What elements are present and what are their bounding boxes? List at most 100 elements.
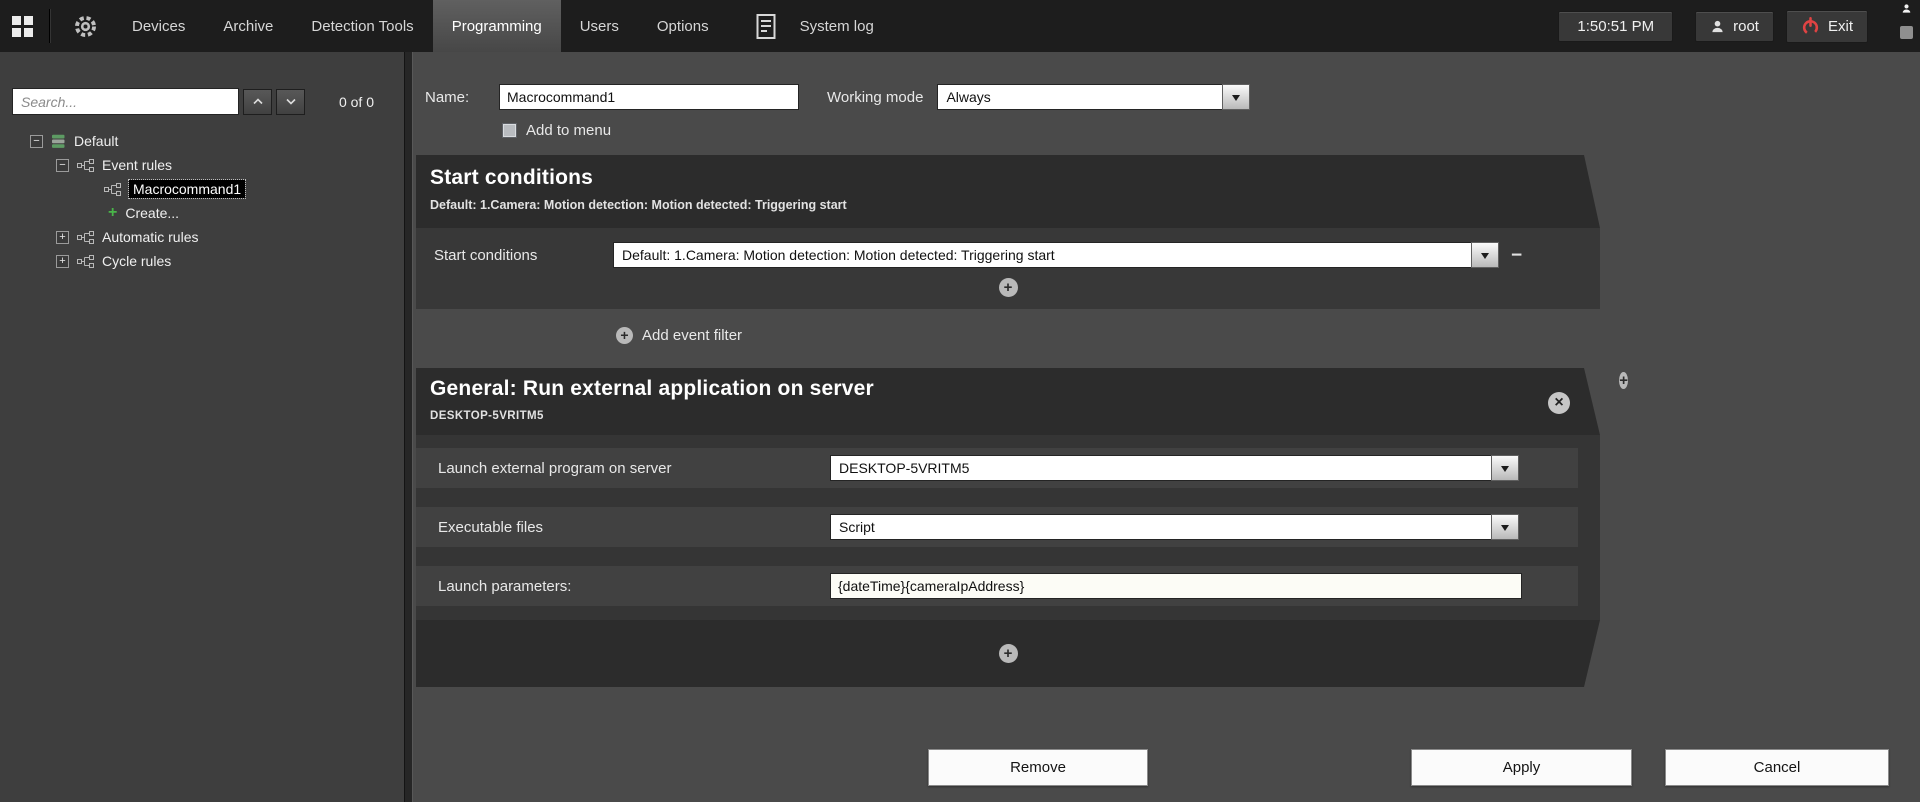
executable-dropdown[interactable]: Script [830, 514, 1519, 540]
sidebar: 0 of 0 Default [0, 52, 404, 802]
start-conditions-body: Start conditions Default: 1.Camera: Moti… [416, 228, 1600, 309]
cancel-button[interactable]: Cancel [1665, 749, 1889, 786]
add-condition-button[interactable] [999, 278, 1018, 297]
add-action-button[interactable] [1619, 372, 1628, 389]
start-conditions-section: Start conditions Default: 1.Camera: Moti… [416, 155, 1600, 344]
macrocommand-editor: Name: Working mode Always Add to menu St… [413, 52, 1920, 802]
remove-action-button[interactable] [1548, 392, 1570, 414]
launch-parameters-label: Launch parameters: [438, 578, 571, 595]
system-log-button[interactable]: System log [754, 12, 874, 41]
system-log-label: System log [800, 18, 874, 35]
tree-item-automatic-rules[interactable]: Automatic rules [0, 225, 404, 249]
apply-button[interactable]: Apply [1411, 749, 1632, 786]
add-event-filter[interactable]: Add event filter [616, 327, 1600, 344]
name-row: Name: Working mode Always [425, 84, 1920, 110]
branch-icon [77, 231, 94, 244]
action-rows: Launch external program on server DESKTO… [416, 435, 1600, 620]
action-row-server: Launch external program on server DESKTO… [416, 448, 1578, 488]
branch-icon [104, 183, 121, 196]
expand-toggle-icon[interactable] [56, 255, 69, 268]
expand-toggle-icon[interactable] [56, 231, 69, 244]
tree-item-create[interactable]: + Create... [0, 201, 404, 225]
exit-label: Exit [1828, 18, 1853, 35]
executable-files-label: Executable files [438, 519, 543, 536]
branch-icon [77, 159, 94, 172]
add-action-bottom-button[interactable] [999, 644, 1018, 663]
power-icon [1801, 17, 1820, 36]
add-to-menu-row: Add to menu [502, 122, 1920, 139]
search-input[interactable] [12, 88, 239, 115]
right-edge-panel [1894, 0, 1918, 52]
server-value: DESKTOP-5VRITM5 [830, 455, 1491, 481]
search-up-button[interactable] [243, 89, 272, 115]
remove-button[interactable]: Remove [928, 749, 1148, 786]
section-subtitle: Default: 1.Camera: Motion detection: Mot… [430, 198, 1584, 212]
search-row: 0 of 0 [0, 52, 404, 115]
add-condition-row [416, 278, 1600, 297]
user-name: root [1733, 18, 1759, 35]
working-mode-label: Working mode [827, 89, 923, 106]
tab-programming[interactable]: Programming [433, 0, 561, 52]
dropdown-arrow-icon[interactable] [1491, 514, 1519, 540]
add-to-menu-label: Add to menu [526, 122, 611, 139]
remove-condition-button[interactable] [1511, 246, 1522, 265]
tree-item-label-selected: Macrocommand1 [129, 180, 245, 198]
add-action-banner [416, 620, 1600, 687]
server-dropdown[interactable]: DESKTOP-5VRITM5 [830, 455, 1519, 481]
dropdown-arrow-icon[interactable] [1222, 84, 1250, 110]
database-icon [51, 134, 66, 149]
tree-item-default[interactable]: Default [0, 129, 404, 153]
action-row-executable: Executable files Script [416, 507, 1578, 547]
start-condition-dropdown[interactable]: Default: 1.Camera: Motion detection: Mot… [613, 242, 1499, 268]
tab-detection-tools[interactable]: Detection Tools [292, 0, 432, 52]
tree-item-label: Default [74, 133, 118, 149]
working-mode-dropdown[interactable]: Always [937, 84, 1250, 110]
topbar-right-cluster: 1:50:51 PM root Exit [1558, 0, 1920, 52]
add-to-menu-checkbox[interactable] [502, 123, 517, 138]
tree-item-macrocommand1[interactable]: Macrocommand1 [0, 177, 404, 201]
name-input[interactable] [499, 84, 799, 110]
condition-row: Start conditions Default: 1.Camera: Moti… [434, 242, 1600, 268]
tree-item-cycle-rules[interactable]: Cycle rules [0, 249, 404, 273]
dropdown-arrow-icon[interactable] [1491, 455, 1519, 481]
panel-collapse-handle[interactable] [1900, 26, 1913, 39]
action-section: General: Run external application on ser… [416, 368, 1600, 687]
dropdown-arrow-icon[interactable] [1471, 242, 1499, 268]
search-down-button[interactable] [276, 89, 305, 115]
working-mode-value: Always [937, 84, 1222, 110]
clock: 1:50:51 PM [1558, 11, 1673, 42]
section-title: General: Run external application on ser… [430, 377, 1584, 401]
start-condition-value: Default: 1.Camera: Motion detection: Mot… [613, 242, 1471, 268]
branch-icon [77, 255, 94, 268]
name-label: Name: [425, 89, 499, 106]
tab-options[interactable]: Options [638, 0, 728, 52]
launch-program-label: Launch external program on server [438, 460, 671, 477]
user-icon [1710, 19, 1725, 34]
tab-users[interactable]: Users [561, 0, 638, 52]
tab-archive[interactable]: Archive [204, 0, 292, 52]
tree-item-label: Automatic rules [102, 229, 198, 245]
start-conditions-banner: Start conditions Default: 1.Camera: Moti… [416, 155, 1600, 228]
start-conditions-row-label: Start conditions [434, 247, 613, 264]
system-log-icon [754, 12, 778, 41]
settings-gear-icon[interactable] [72, 13, 99, 40]
tree-item-label: Event rules [102, 157, 172, 173]
add-filter-plus-icon [616, 327, 633, 344]
apps-grid-icon[interactable] [12, 16, 33, 37]
tree-item-event-rules[interactable]: Event rules [0, 153, 404, 177]
launch-parameters-input[interactable] [830, 573, 1522, 599]
topbar: Devices Archive Detection Tools Programm… [0, 0, 1920, 52]
sidebar-splitter[interactable] [404, 52, 413, 802]
current-user-button[interactable]: root [1695, 11, 1774, 42]
collapse-toggle-icon[interactable] [56, 159, 69, 172]
mini-user-icon[interactable] [1901, 3, 1912, 14]
exit-button[interactable]: Exit [1786, 10, 1868, 43]
tab-devices[interactable]: Devices [113, 0, 204, 52]
section-title: Start conditions [430, 166, 1584, 190]
topbar-divider [49, 9, 50, 43]
rules-tree: Default Event rules [0, 129, 404, 273]
collapse-toggle-icon[interactable] [30, 135, 43, 148]
clock-text: 1:50:51 PM [1577, 18, 1654, 35]
search-result-counter: 0 of 0 [339, 94, 374, 110]
tree-item-label: Cycle rules [102, 253, 171, 269]
